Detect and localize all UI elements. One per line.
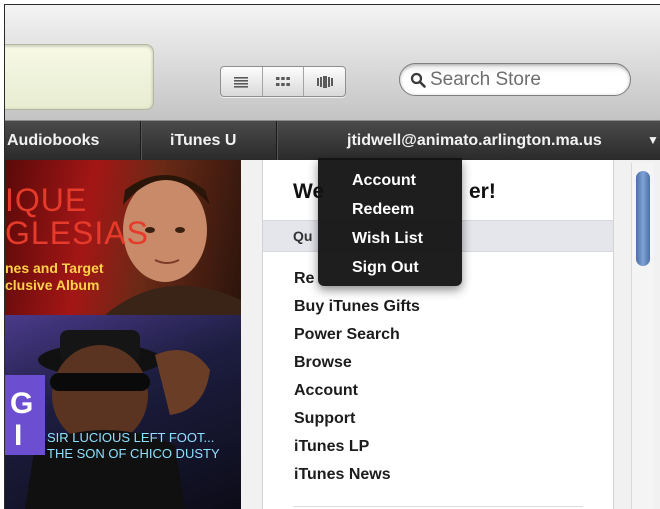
menu-item-sign-out[interactable]: Sign Out xyxy=(352,259,419,277)
link-buy-itunes-gifts[interactable]: Buy iTunes Gifts xyxy=(294,298,420,316)
welcome-heading-end: er! xyxy=(469,180,496,203)
link-power-search[interactable]: Power Search xyxy=(294,326,400,344)
store-nav-bar: Audiobooks iTunes U jtidwell@animato.arl… xyxy=(5,121,660,161)
nav-separator xyxy=(276,121,277,160)
link-redeem-partial[interactable]: Re xyxy=(294,270,314,288)
promo-caption-line1: nes and Target xyxy=(5,260,104,276)
nav-separator xyxy=(140,121,141,160)
itunes-window: Audiobooks iTunes U jtidwell@animato.arl… xyxy=(4,4,660,509)
coverflow-view-button[interactable] xyxy=(304,67,345,96)
account-menu-button[interactable]: jtidwell@animato.arlington.ma.us xyxy=(347,121,602,160)
promo-caption-line1: SIR LUCIOUS LEFT FOOT... xyxy=(47,430,215,445)
search-icon xyxy=(410,72,426,88)
promo-title-line1: IQUE xyxy=(5,182,88,218)
divider xyxy=(293,506,583,507)
promo-banner-sir-lucious[interactable]: G I SIR LUCIOUS LEFT FOOT... THE SON OF … xyxy=(5,315,241,509)
promo-logo-letter: G xyxy=(10,387,34,420)
list-view-button[interactable] xyxy=(221,67,263,96)
link-itunes-news[interactable]: iTunes News xyxy=(294,466,391,484)
quick-links-title: Qu xyxy=(293,228,313,244)
nav-item-itunes-u[interactable]: iTunes U xyxy=(170,121,236,160)
artist-portrait-image xyxy=(5,330,210,509)
link-browse[interactable]: Browse xyxy=(294,354,352,372)
vertical-scrollbar[interactable] xyxy=(631,163,654,509)
link-support[interactable]: Support xyxy=(294,410,355,428)
promo-banner-enrique[interactable]: IQUE GLESIAS nes and Target clusive Albu… xyxy=(5,160,241,315)
grid-view-button[interactable] xyxy=(263,67,305,96)
nav-item-audiobooks[interactable]: Audiobooks xyxy=(7,121,99,160)
lcd-status-display xyxy=(5,44,154,110)
view-mode-segmented-control xyxy=(220,66,346,97)
menu-item-wish-list[interactable]: Wish List xyxy=(352,230,423,248)
account-dropdown-menu: Account Redeem Wish List Sign Out xyxy=(318,158,462,286)
link-account[interactable]: Account xyxy=(294,382,358,400)
promo-caption-line2: clusive Album xyxy=(5,277,100,293)
promo-title-line2: GLESIAS xyxy=(5,215,149,251)
promo-caption-line2: THE SON OF CHICO DUSTY xyxy=(47,446,220,461)
promo-logo-letter: I xyxy=(14,419,23,452)
link-itunes-lp[interactable]: iTunes LP xyxy=(294,438,369,456)
menu-item-redeem[interactable]: Redeem xyxy=(352,201,414,219)
search-input[interactable] xyxy=(430,68,620,91)
grid-view-icon xyxy=(276,76,290,86)
toolbar xyxy=(5,5,660,121)
search-field[interactable] xyxy=(399,63,631,96)
scrollbar-thumb[interactable] xyxy=(636,171,650,266)
chevron-down-icon[interactable]: ▼ xyxy=(647,121,659,160)
coverflow-view-icon xyxy=(316,75,333,88)
list-view-icon xyxy=(234,76,249,88)
menu-item-account[interactable]: Account xyxy=(352,172,416,190)
